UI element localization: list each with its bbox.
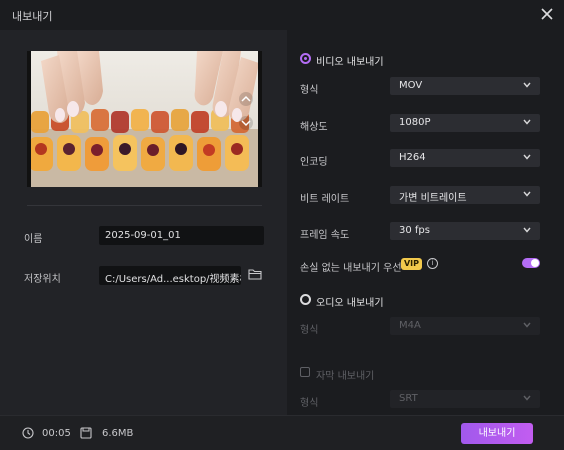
video-frame-image	[27, 51, 262, 187]
framerate-select[interactable]: 30 fps	[390, 222, 540, 240]
chevron-down-icon[interactable]	[238, 115, 254, 131]
name-label: 이름	[24, 234, 43, 245]
folder-icon[interactable]	[248, 268, 262, 280]
subtitle-format-select[interactable]: SRT	[390, 390, 540, 408]
chevron-down-icon	[523, 154, 531, 160]
audio-format-select[interactable]: M4A	[390, 317, 540, 335]
encoding-value: H264	[399, 152, 426, 163]
chevron-up-icon[interactable]	[238, 91, 254, 107]
audio-format-value: M4A	[399, 320, 421, 331]
framerate-value: 30 fps	[399, 225, 430, 236]
resolution-value: 1080P	[399, 117, 431, 128]
chevron-down-icon	[523, 82, 531, 88]
bitrate-label: 비트 레이트	[300, 194, 350, 205]
format-select[interactable]: MOV	[390, 77, 540, 95]
lossless-toggle[interactable]	[522, 258, 540, 268]
format-label: 형식	[300, 85, 319, 96]
encoding-select[interactable]: H264	[390, 149, 540, 167]
footer-bar: 00:05 6.6MB 내보내기	[0, 415, 564, 450]
resolution-select[interactable]: 1080P	[390, 114, 540, 132]
close-icon[interactable]	[539, 6, 555, 22]
chevron-down-icon	[523, 395, 531, 401]
save-disk-icon	[80, 427, 92, 439]
export-settings-panel: 비디오 내보내기 형식 MOV 해상도 1080P 인코딩 H264 비트 레이…	[287, 30, 564, 415]
info-icon[interactable]: i	[427, 258, 438, 269]
subtitle-export-checkbox[interactable]	[300, 367, 310, 377]
preview-scroll-controls	[238, 91, 254, 139]
save-location-field[interactable]: C:/Users/Ad...esktop/视频素材	[99, 266, 241, 285]
duration-text: 00:05	[42, 428, 71, 439]
vip-badge: VIP	[401, 258, 422, 270]
export-button[interactable]: 내보내기	[461, 423, 533, 444]
file-size-text: 6.6MB	[102, 428, 134, 439]
chevron-down-icon	[523, 191, 531, 197]
bitrate-value: 가변 비트레이트	[399, 193, 467, 204]
preview-panel: 이름 2025-09-01_01 저장위치 C:/Users/Ad...eskt…	[0, 30, 287, 415]
video-preview-thumbnail	[27, 51, 262, 187]
audio-export-title: 오디오 내보내기	[316, 298, 384, 309]
encoding-label: 인코딩	[300, 157, 328, 168]
chevron-down-icon	[523, 227, 531, 233]
divider	[27, 205, 262, 206]
video-export-radio[interactable]	[300, 53, 311, 64]
format-value: MOV	[399, 80, 423, 91]
resolution-label: 해상도	[300, 122, 328, 133]
bitrate-select[interactable]: 가변 비트레이트	[390, 186, 540, 204]
name-input[interactable]: 2025-09-01_01	[99, 226, 264, 245]
save-location-label: 저장위치	[24, 274, 61, 285]
subtitle-format-label: 형식	[300, 398, 319, 409]
chevron-down-icon	[523, 322, 531, 328]
audio-export-radio[interactable]	[300, 294, 311, 305]
video-export-title: 비디오 내보내기	[316, 57, 384, 68]
chevron-down-icon	[523, 119, 531, 125]
lossless-label: 손실 없는 내보내기 우선	[300, 263, 402, 274]
subtitle-export-title: 자막 내보내기	[316, 371, 375, 382]
audio-format-label: 형식	[300, 325, 319, 336]
title-bar: 내보내기	[0, 0, 564, 30]
clock-icon	[22, 427, 34, 439]
window-title: 내보내기	[12, 10, 53, 23]
toggle-knob	[531, 259, 539, 267]
framerate-label: 프레임 속도	[300, 230, 350, 241]
subtitle-format-value: SRT	[399, 393, 418, 404]
